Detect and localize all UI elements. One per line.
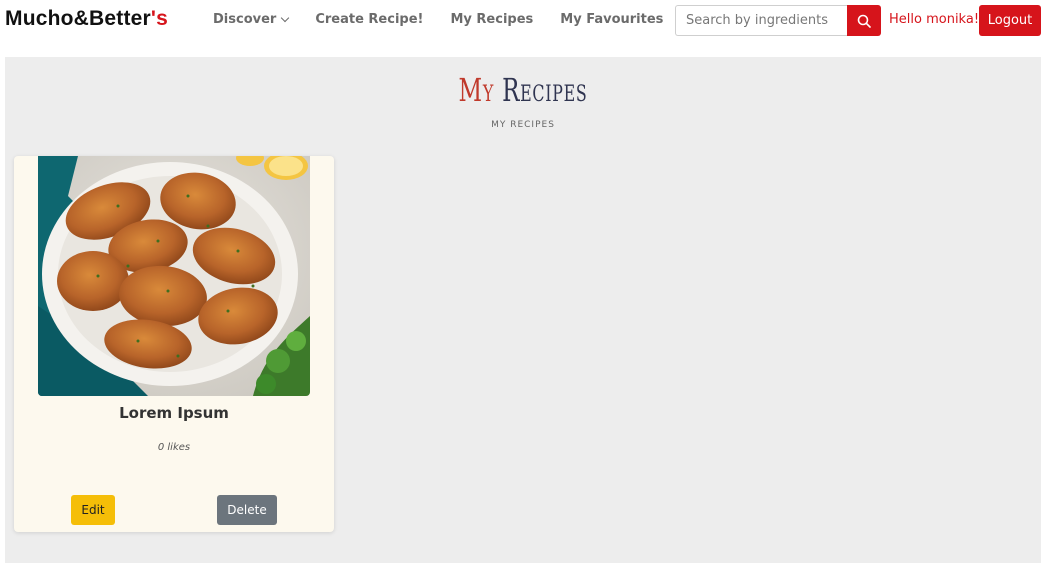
- recipe-photo: [38, 156, 310, 396]
- nav-create-recipe[interactable]: Create Recipe!: [315, 12, 423, 27]
- search-button[interactable]: [847, 5, 881, 36]
- recipe-title[interactable]: Lorem Ipsum: [14, 404, 334, 422]
- page-title-part2: Recipes: [502, 71, 588, 109]
- brand-logo[interactable]: Mucho&Better's: [5, 7, 168, 31]
- chevron-down-icon: [281, 13, 290, 22]
- recipe-likes: 0 likes: [157, 442, 191, 453]
- nav-my-favourites[interactable]: My Favourites: [560, 12, 663, 27]
- logout-button[interactable]: Logout: [979, 5, 1041, 36]
- nav-my-recipes[interactable]: My Recipes: [450, 12, 533, 27]
- nav-discover[interactable]: Discover: [213, 12, 290, 27]
- page-subtitle: MY RECIPES: [491, 120, 555, 130]
- brand-accent: 's: [150, 7, 168, 30]
- delete-button[interactable]: Delete: [217, 495, 277, 525]
- recipe-card: Lorem Ipsum 0 likes Edit Delete: [14, 156, 334, 532]
- navbar: Mucho&Better's Discover Create Recipe! M…: [0, 0, 1051, 40]
- main-content: My Recipes MY RECIPES Lorem Ipsum 0 like…: [5, 57, 1041, 563]
- search-icon: [857, 14, 871, 28]
- recipe-image[interactable]: [38, 156, 310, 396]
- page-title-part1: My: [458, 71, 495, 109]
- nav-discover-label: Discover: [213, 12, 277, 27]
- nav-links: Discover Create Recipe! My Recipes My Fa…: [213, 12, 690, 27]
- edit-button[interactable]: Edit: [71, 495, 115, 525]
- page-title: My Recipes: [150, 71, 896, 109]
- search-input[interactable]: [675, 5, 848, 36]
- brand-name: Mucho&Better: [5, 7, 151, 30]
- user-greeting: Hello monika!: [889, 12, 980, 27]
